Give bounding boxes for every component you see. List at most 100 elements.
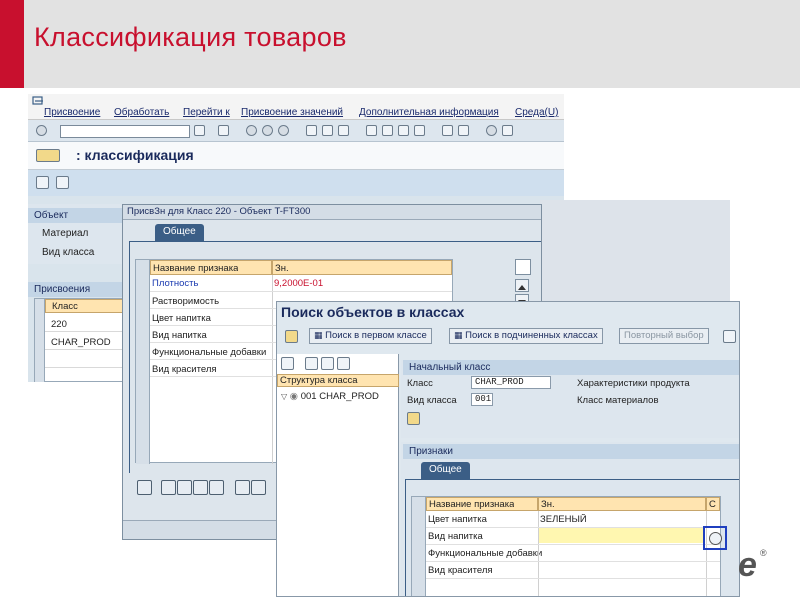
search-feature-value-header: Зн.: [541, 499, 555, 510]
menu-item-edit[interactable]: Обработать: [114, 107, 169, 118]
details-icon[interactable]: [36, 176, 49, 189]
layout-icon[interactable]: [502, 125, 513, 136]
cancel-icon[interactable]: [278, 125, 289, 136]
tree-details-icon[interactable]: [337, 357, 350, 370]
binoculars-icon: ▦: [314, 330, 323, 340]
class-row-220[interactable]: 220: [51, 319, 67, 330]
registered-mark: ®: [760, 548, 767, 558]
print-icon[interactable]: [306, 125, 317, 136]
last-page-icon[interactable]: [414, 125, 425, 136]
search-row-additives[interactable]: Функциональные добавки: [428, 548, 542, 559]
feature-name-header: Название признака: [153, 263, 239, 274]
screen-title-bar: : классификация: [28, 142, 564, 170]
sap-logo: e: [738, 546, 757, 584]
column-settings-icon[interactable]: [515, 259, 531, 275]
material-label: Материал: [42, 228, 89, 239]
object-list-icon[interactable]: [285, 330, 298, 343]
search-features-table: Название признака Зн. С Цвет напитка ЗЕЛ…: [411, 496, 721, 596]
class-description: Характеристики продукта: [577, 378, 690, 389]
menu-item-environment[interactable]: Среда(U): [515, 107, 558, 118]
search-row-dye-type[interactable]: Вид красителя: [428, 565, 493, 576]
class-details-icon[interactable]: [407, 412, 420, 425]
start-class-label: Начальный класс: [403, 360, 739, 375]
table-settings-icon[interactable]: [137, 480, 152, 495]
repeat-selection-button[interactable]: Повторный выбор: [619, 328, 709, 344]
change-icon[interactable]: [56, 176, 69, 189]
class-column-header: Класс: [52, 301, 78, 312]
search-row-drink-type[interactable]: Вид напитка: [428, 531, 483, 542]
exit-icon[interactable]: [262, 125, 273, 136]
shortcut-icon[interactable]: [458, 125, 469, 136]
feature-row-additives[interactable]: Функциональные добавки: [152, 347, 266, 358]
menu-item-goto[interactable]: Перейти к: [183, 107, 230, 118]
tab-general[interactable]: Общее: [155, 224, 204, 241]
class-type-label-3: Вид класса: [407, 395, 457, 406]
select-all-icon[interactable]: [161, 480, 176, 495]
search-first-class-button[interactable]: ▦ Поиск в первом классе: [309, 328, 432, 344]
features-section-label: Признаки: [403, 444, 739, 459]
class-structure-header: Структура класса: [277, 374, 399, 387]
class-structure-panel: Структура класса ▽ ◉ 001 CHAR_PROD: [277, 354, 399, 596]
tab-general-3[interactable]: Общее: [421, 462, 470, 479]
class-type-input[interactable]: 001: [471, 393, 493, 406]
command-history-icon[interactable]: [194, 125, 205, 136]
assignments-section-label: Присвоения: [28, 282, 124, 297]
feature-row-density[interactable]: Плотность: [152, 278, 198, 289]
value-help-icon[interactable]: [709, 532, 722, 545]
search-subclasses-button[interactable]: ▦ Поиск в подчиненных классах: [449, 328, 603, 344]
scroll-up-icon[interactable]: [515, 279, 529, 292]
cut-icon[interactable]: [235, 480, 250, 495]
back-icon[interactable]: [246, 125, 257, 136]
feature-value-density[interactable]: 9,2000E-01: [274, 278, 323, 289]
search-value-drink-color[interactable]: ЗЕЛЕНЫЙ: [540, 514, 587, 525]
previous-page-icon[interactable]: [382, 125, 393, 136]
filter-icon[interactable]: [209, 480, 224, 495]
menu-item-assignment[interactable]: Присвоение: [44, 107, 100, 118]
feature-row-drink-type[interactable]: Вид напитка: [152, 330, 207, 341]
binoculars-subclass-icon: ▦: [454, 330, 463, 340]
class-label: Класс: [407, 378, 433, 389]
new-session-icon[interactable]: [442, 125, 453, 136]
class-type-label: Вид класса: [42, 247, 95, 258]
background-window-area: [540, 200, 730, 302]
value-help-highlight: [703, 526, 727, 550]
deselect-all-icon[interactable]: [177, 480, 192, 495]
object-picker-icon[interactable]: [36, 149, 60, 162]
class-input[interactable]: CHAR_PROD: [471, 376, 551, 389]
find-next-icon[interactable]: [338, 125, 349, 136]
expand-triangle-icon[interactable]: ▽: [281, 392, 287, 401]
enter-icon[interactable]: [36, 125, 47, 136]
tree-node[interactable]: ▽ ◉ 001 CHAR_PROD: [281, 391, 379, 402]
menu-item-value-assignment[interactable]: Присвоение значений: [241, 107, 343, 118]
tree-find-icon[interactable]: [281, 357, 294, 370]
next-page-icon[interactable]: [398, 125, 409, 136]
slide-title: Классификация товаров: [34, 22, 347, 52]
tree-expand-icon[interactable]: [305, 357, 318, 370]
copy-icon[interactable]: [251, 480, 266, 495]
feature-row-drink-color[interactable]: Цвет напитка: [152, 313, 211, 324]
command-field[interactable]: [60, 125, 190, 138]
filter-funnel-icon[interactable]: [723, 330, 736, 343]
tree-collapse-icon[interactable]: [321, 357, 334, 370]
slide-accent-bar: [0, 0, 24, 88]
start-class-section: Начальный класс Класс CHAR_PROD Характер…: [401, 360, 739, 438]
application-toolbar: [28, 170, 564, 196]
save-icon[interactable]: [218, 125, 229, 136]
class-type-description: Класс материалов: [577, 395, 659, 406]
popup-title-bar: ПрисвЗн для Класс 220 - Объект T-FT300: [123, 205, 541, 220]
system-toolbar: [28, 120, 564, 142]
drink-type-value-input[interactable]: [539, 528, 705, 543]
search-feature-c-header: С: [709, 499, 716, 510]
search-row-drink-color[interactable]: Цвет напитка: [428, 514, 487, 525]
feature-row-solubility[interactable]: Растворимость: [152, 296, 219, 307]
search-objects-window: Поиск объектов в классах ▦ Поиск в перво…: [276, 301, 740, 597]
menu-item-extras[interactable]: Дополнительная информация: [359, 107, 499, 118]
feature-row-dye-type[interactable]: Вид красителя: [152, 364, 217, 375]
find-icon[interactable]: [322, 125, 333, 136]
object-section-label: Объект: [28, 208, 124, 223]
class-row-char-prod[interactable]: CHAR_PROD: [51, 337, 111, 348]
menu-toggle-icon[interactable]: [32, 96, 44, 106]
sort-icon[interactable]: [193, 480, 208, 495]
help-icon[interactable]: [486, 125, 497, 136]
first-page-icon[interactable]: [366, 125, 377, 136]
